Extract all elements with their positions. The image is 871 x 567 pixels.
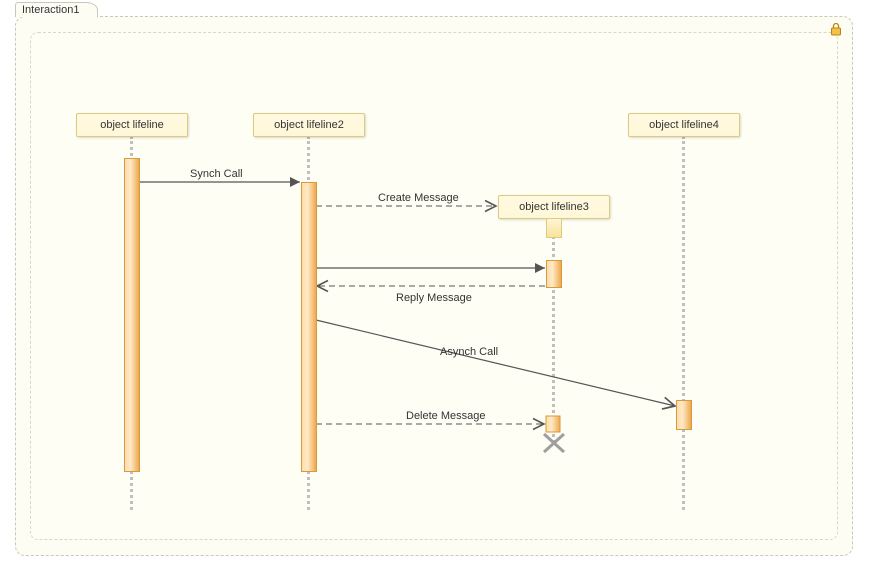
lifeline-label: object lifeline4 (649, 119, 719, 131)
destruction-x-icon (544, 434, 564, 452)
lifeline-label: object lifeline2 (274, 119, 344, 131)
activation-l3[interactable] (546, 260, 562, 288)
label-create: Create Message (378, 192, 459, 204)
activation-l2[interactable] (301, 182, 317, 472)
lifeline3-head-stem (546, 218, 562, 238)
label-reply: Reply Message (396, 292, 472, 304)
activation-l4[interactable] (676, 400, 692, 430)
activation-l1[interactable] (124, 158, 140, 472)
label-synch: Synch Call (190, 168, 243, 180)
lifeline-label: object lifeline (100, 119, 164, 131)
lifeline-head-4[interactable]: object lifeline4 (628, 113, 740, 137)
label-asynch: Asynch Call (440, 346, 498, 358)
lifeline-head-1[interactable]: object lifeline (76, 113, 188, 137)
msg-asynch[interactable] (316, 320, 675, 406)
lifeline-label: object lifeline3 (519, 201, 589, 213)
lifeline-head-3[interactable]: object lifeline3 (498, 195, 610, 219)
lifeline-head-2[interactable]: object lifeline2 (253, 113, 365, 137)
label-delete: Delete Message (406, 410, 486, 422)
delete-target-box (546, 416, 560, 432)
